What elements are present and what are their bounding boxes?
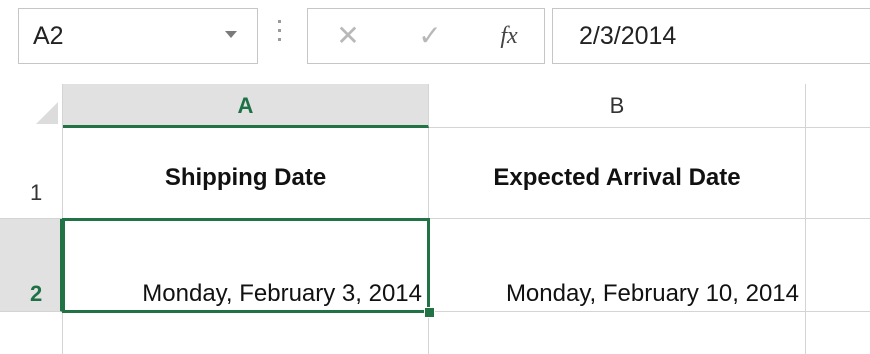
formula-buttons: ✕ ✓ fx — [307, 8, 545, 64]
cell-c2[interactable] — [806, 219, 870, 312]
spreadsheet-window: A2 ✕ ✓ fx 2/3/2014 A B 1 2 Shipping Date… — [0, 0, 870, 354]
cancel-icon[interactable]: ✕ — [328, 9, 368, 63]
column-header-next[interactable] — [806, 84, 870, 128]
column-header-b[interactable]: B — [429, 84, 806, 128]
enter-checkmark-icon[interactable]: ✓ — [408, 9, 452, 63]
cell-a3[interactable] — [63, 312, 429, 354]
formula-bar: A2 ✕ ✓ fx 2/3/2014 — [0, 0, 870, 78]
cell-b2[interactable]: Monday, February 10, 2014 — [429, 219, 806, 312]
row-header-3[interactable] — [0, 312, 63, 354]
drag-handle-icon[interactable] — [276, 20, 282, 52]
select-all-triangle-icon — [36, 102, 58, 124]
worksheet-grid: A B 1 2 Shipping Date Expected Arrival D… — [0, 84, 870, 354]
name-box-value: A2 — [33, 22, 64, 50]
name-box[interactable]: A2 — [18, 8, 258, 64]
dropdown-arrow-icon[interactable] — [225, 31, 237, 38]
formula-value: 2/3/2014 — [579, 22, 677, 50]
cell-a1[interactable]: Shipping Date — [63, 128, 429, 219]
cell-c1[interactable] — [806, 128, 870, 219]
row-header-1[interactable]: 1 — [0, 128, 63, 219]
select-all-button[interactable] — [0, 84, 63, 128]
formula-input[interactable]: 2/3/2014 — [552, 8, 870, 64]
cell-a2[interactable]: Monday, February 3, 2014 — [63, 219, 429, 312]
cell-c3[interactable] — [806, 312, 870, 354]
column-header-a[interactable]: A — [63, 84, 429, 128]
fill-handle[interactable] — [424, 307, 435, 318]
row-header-2[interactable]: 2 — [0, 219, 63, 312]
cell-b3[interactable] — [429, 312, 806, 354]
insert-function-button[interactable]: fx — [484, 9, 534, 63]
cell-b1[interactable]: Expected Arrival Date — [429, 128, 806, 219]
